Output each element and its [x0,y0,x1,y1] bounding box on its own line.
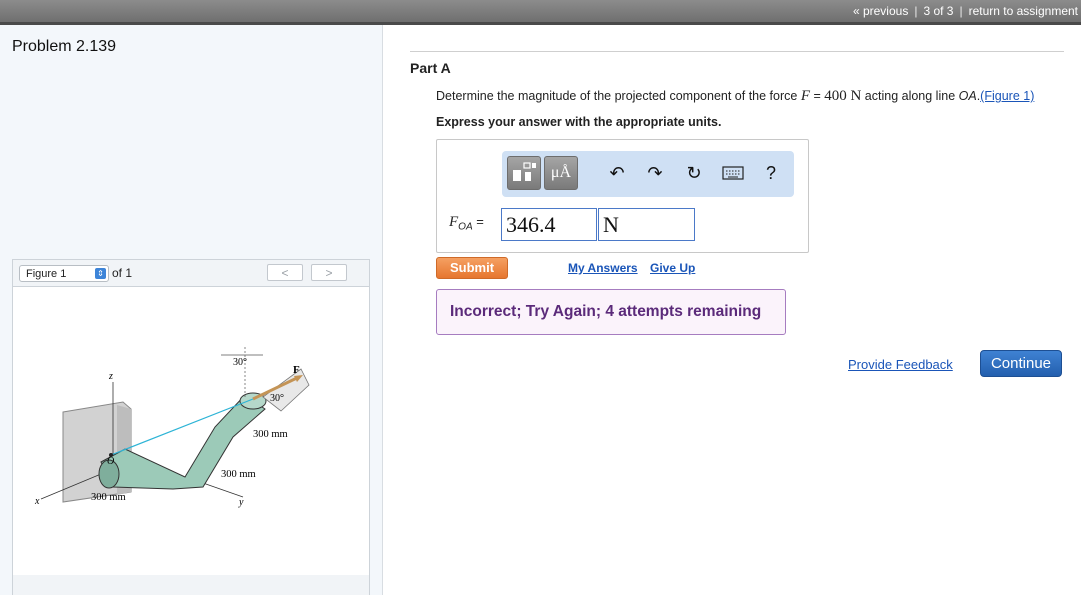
question-text: Determine the magnitude of the projected… [436,88,1034,105]
next-figure-button[interactable]: > [311,264,347,281]
force-label: F [293,364,300,376]
figure-select-value: Figure 1 [26,268,67,280]
answer-label: FOA = [449,214,484,233]
templates-icon [513,162,536,181]
answer-label-sub: OA [458,221,473,233]
provide-feedback-link[interactable]: Provide Feedback [848,357,953,372]
equals-sign: = [809,89,825,103]
dimension-middle: 300 mm [221,469,256,480]
force-value: 400 N [824,88,862,104]
nav-separator: | [959,4,963,18]
undo-button[interactable]: ↶ [600,156,634,190]
figure-select[interactable]: Figure 1 ⇕ [19,265,109,282]
angle-arm-label: 30° [270,393,284,404]
my-answers-link[interactable]: My Answers [568,261,638,275]
top-bar: « previous | 3 of 3 | return to assignment [0,0,1081,25]
figure-header: Figure 1 ⇕ of 1 < > [12,259,370,287]
return-to-assignment-link[interactable]: return to assignment [969,4,1078,18]
keyboard-button[interactable] [716,156,750,190]
x-axis-label: x [34,496,40,507]
dimension-vertical: 300 mm [253,429,288,440]
y-axis [202,482,244,498]
figure-link[interactable]: (Figure 1) [980,89,1034,103]
math-toolbar: μÅ ↶ ↷ ↻ ? [502,151,794,197]
help-button[interactable]: ? [754,156,788,190]
problem-title: Problem 2.139 [12,38,117,55]
reset-icon: ↻ [686,163,702,183]
assignment-nav: « previous | 3 of 3 | return to assignment [853,4,1078,18]
part-title: Part A [410,60,451,76]
select-arrows-icon: ⇕ [95,268,106,279]
redo-icon: ↷ [647,163,663,183]
force-symbol: F [800,88,810,104]
line-name: OA [958,89,977,103]
chevron-right-icon: > [325,266,333,280]
answer-unit-input[interactable] [598,208,695,241]
chevron-left-icon: < [281,266,289,280]
undo-icon: ↶ [609,163,625,183]
previous-link[interactable]: « previous [853,4,908,18]
figure-image: z x y O F 30° 30° 300 mm 300 mm 300 mm [34,347,310,508]
question-after: acting along line [861,89,959,103]
templates-button[interactable] [507,156,541,190]
figure-count: of 1 [112,266,133,280]
answer-value-input[interactable] [501,208,597,241]
dimension-base: 300 mm [91,492,126,503]
units-button[interactable]: μÅ [544,156,578,190]
answer-instruction: Express your answer with the appropriate… [436,115,722,129]
position-indicator: 3 of 3 [923,4,954,18]
keyboard-icon [722,166,744,180]
reset-button[interactable]: ↻ [677,156,711,190]
answer-label-equals: = [472,214,484,229]
figure-footer [12,575,370,595]
feedback-message: Incorrect; Try Again; 4 attempts remaini… [436,289,786,335]
origin-label: O [107,456,114,467]
divider [410,51,1064,52]
give-up-link[interactable]: Give Up [650,261,695,275]
z-axis-label: z [108,371,113,382]
previous-figure-button[interactable]: < [267,264,303,281]
units-label: μÅ [550,164,572,181]
redo-button[interactable]: ↷ [638,156,672,190]
submit-button[interactable]: Submit [436,257,508,279]
continue-button[interactable]: Continue [980,350,1062,377]
answer-label-main: F [449,214,459,230]
nav-separator: | [914,4,918,18]
y-axis-label: y [238,497,244,508]
angle-top-label: 30° [233,357,247,368]
help-icon: ? [765,163,776,183]
question-before: Determine the magnitude of the projected… [436,89,801,103]
figure-frame: z x y O F 30° 30° 300 mm 300 mm 300 mm [12,286,370,576]
